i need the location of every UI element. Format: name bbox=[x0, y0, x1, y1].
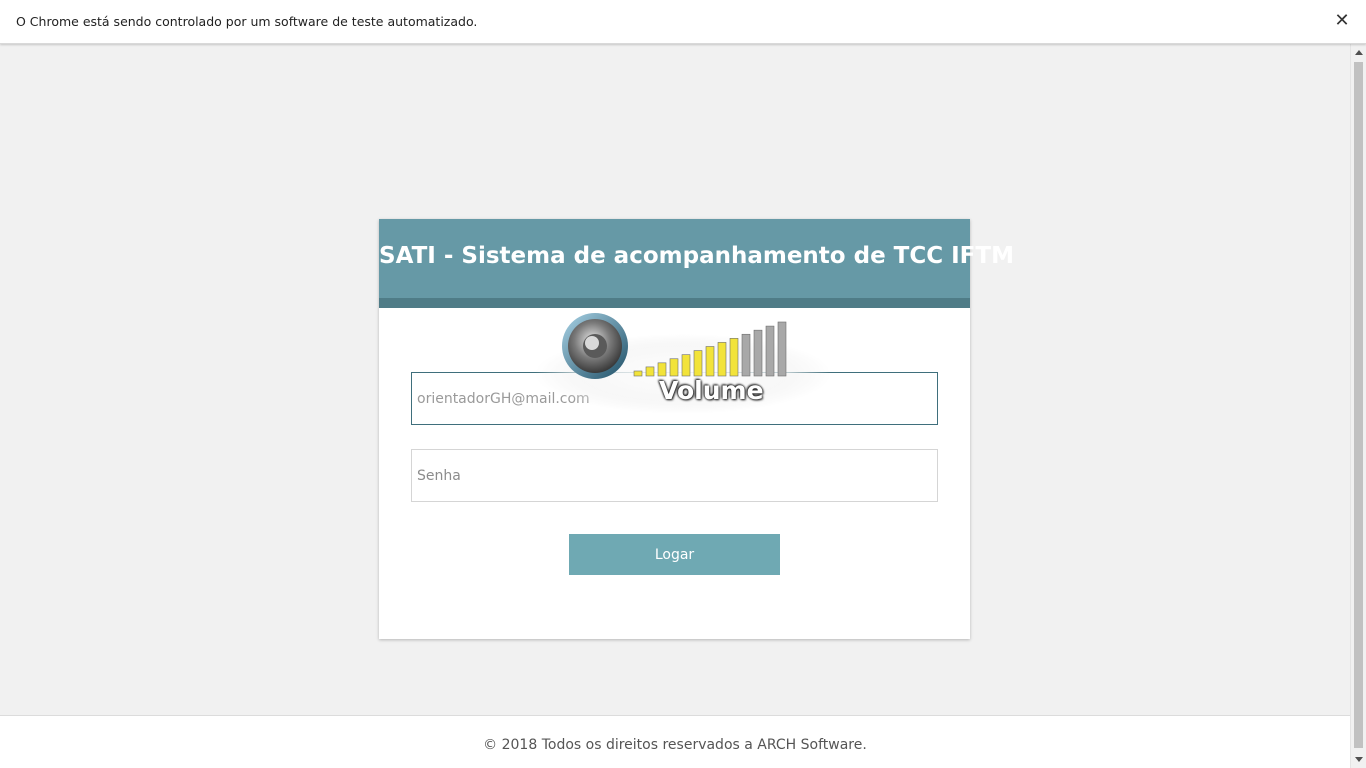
password-input[interactable] bbox=[411, 449, 938, 502]
automation-infobar: O Chrome está sendo controlado por um so… bbox=[0, 0, 1366, 44]
card-header: SATI - Sistema de acompanhamento de TCC … bbox=[379, 219, 1014, 298]
speaker-icon bbox=[562, 313, 628, 379]
volume-bar-lit bbox=[693, 350, 703, 377]
footer-copyright: © 2018 Todos os direitos reservados a AR… bbox=[483, 737, 867, 753]
volume-bar-lit bbox=[633, 370, 643, 377]
volume-label: Volume bbox=[659, 376, 764, 405]
volume-overlay: Volume bbox=[533, 310, 833, 416]
volume-bar-unlit bbox=[741, 333, 751, 377]
volume-bar-lit bbox=[705, 346, 715, 377]
volume-bar-lit bbox=[645, 366, 655, 377]
page-title: SATI - Sistema de acompanhamento de TCC … bbox=[379, 243, 1014, 269]
volume-bar-lit bbox=[669, 358, 679, 377]
volume-bar-lit bbox=[717, 342, 727, 377]
scroll-up-icon[interactable] bbox=[1355, 50, 1363, 55]
automation-message: O Chrome está sendo controlado por um so… bbox=[16, 14, 478, 29]
volume-bar-lit bbox=[657, 362, 667, 377]
volume-bar-lit bbox=[729, 338, 739, 377]
volume-bar-unlit bbox=[753, 329, 763, 377]
login-button[interactable]: Logar bbox=[569, 534, 780, 575]
volume-bar-unlit bbox=[777, 321, 787, 377]
scroll-down-icon[interactable] bbox=[1355, 757, 1363, 762]
volume-bar-unlit bbox=[765, 325, 775, 377]
vertical-scrollbar[interactable] bbox=[1350, 44, 1366, 768]
close-icon[interactable]: ✕ bbox=[1332, 11, 1352, 31]
scroll-thumb[interactable] bbox=[1354, 62, 1363, 748]
login-card: SATI - Sistema de acompanhamento de TCC … bbox=[379, 219, 1014, 639]
header-divider bbox=[379, 298, 970, 308]
footer: © 2018 Todos os direitos reservados a AR… bbox=[0, 715, 1350, 768]
volume-bar-lit bbox=[681, 354, 691, 377]
